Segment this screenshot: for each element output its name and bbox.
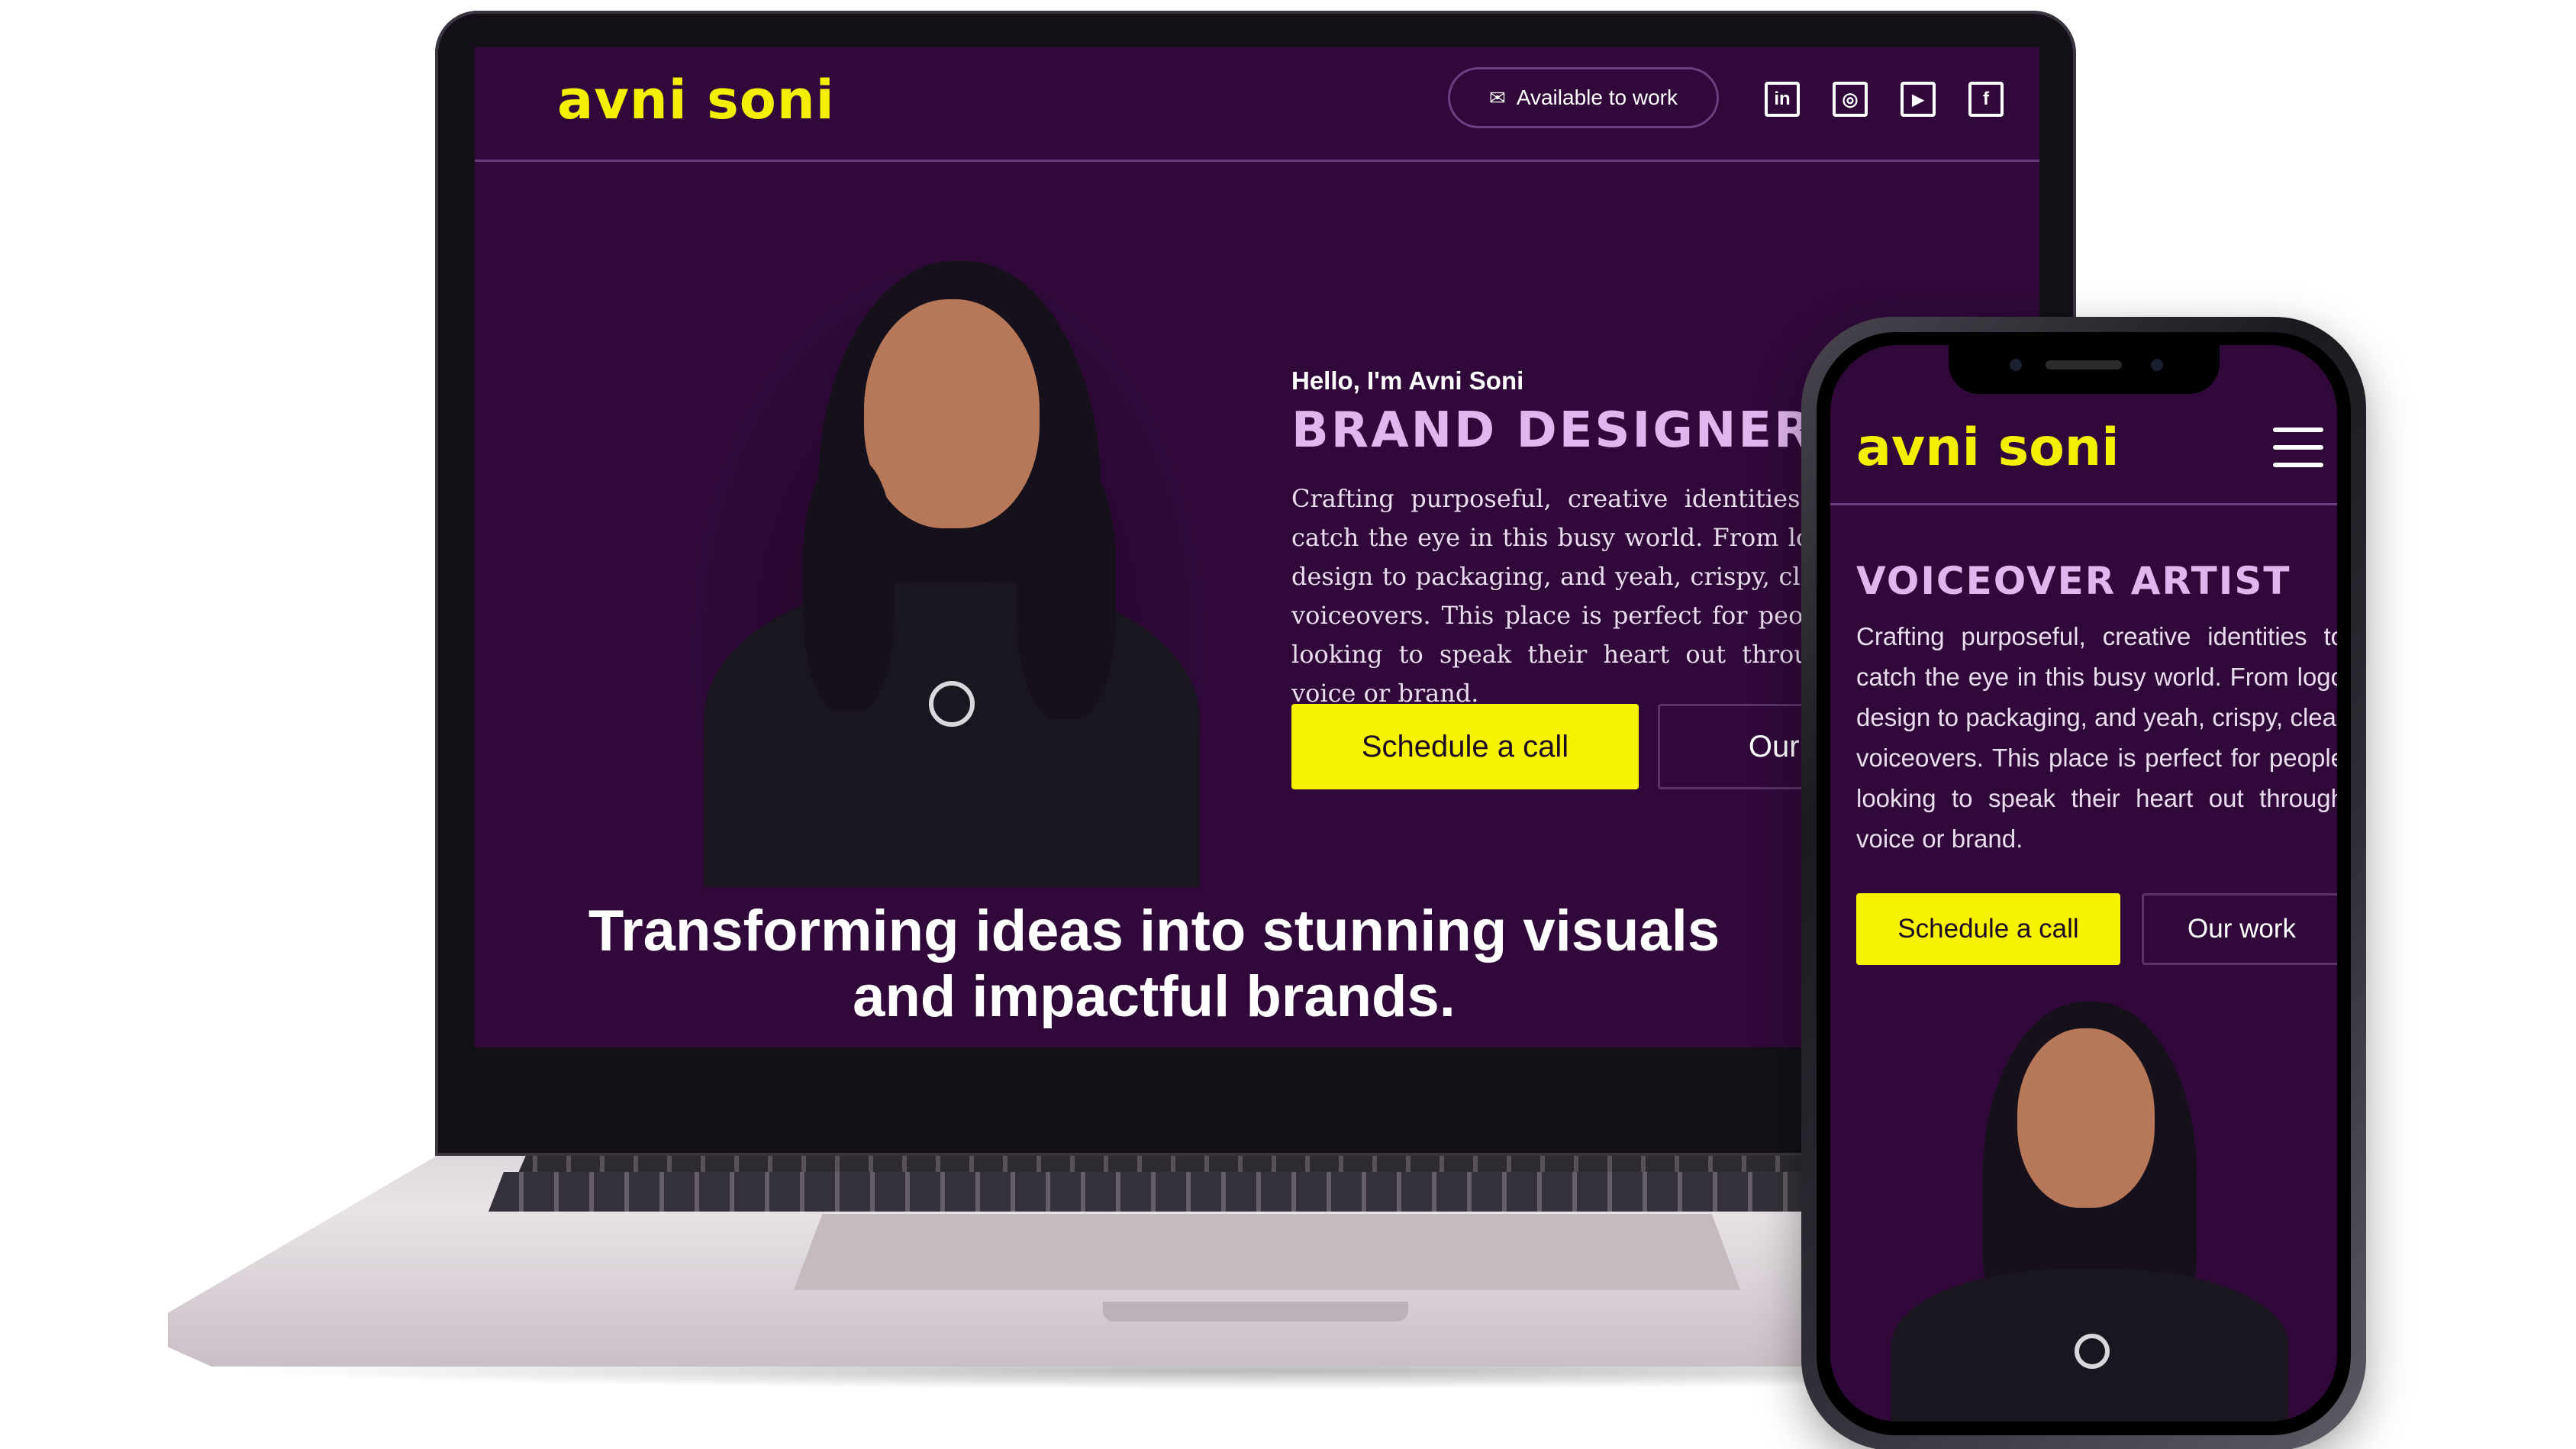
role-heading: BRAND DESIGNER | (1291, 402, 1854, 459)
laptop-keyboard-row (488, 1172, 2015, 1212)
laptop-front-notch (1103, 1302, 1408, 1322)
mobile-logo[interactable]: avni soni (1856, 418, 2120, 478)
available-to-work-button[interactable]: ✉ Available to work (1448, 67, 1719, 128)
intro-description: Crafting purposeful, creative identities… (1291, 484, 1841, 708)
schedule-call-button[interactable]: Schedule a call (1291, 704, 1639, 789)
phone-speaker (2046, 360, 2122, 370)
mobile-portrait-photo (1876, 986, 2304, 1422)
phone-camera (2010, 359, 2022, 371)
phone-sensor (2151, 359, 2163, 371)
hamburger-menu-icon[interactable] (2273, 428, 2323, 470)
linkedin-icon[interactable]: in (1765, 82, 1800, 117)
phone-screen: avni soni VOICEOVER ARTIST Crafting purp… (1830, 345, 2337, 1422)
envelope-icon: ✉ (1489, 86, 1506, 109)
available-label: Available to work (1516, 86, 1678, 109)
phone-notch (1949, 345, 2220, 394)
site-logo[interactable]: avni soni (557, 69, 835, 131)
twitter-icon[interactable]: ▶ (1901, 82, 1936, 117)
laptop-trackpad (794, 1214, 1740, 1290)
mobile-our-work-button[interactable]: Our work (2142, 893, 2337, 965)
tagline: Transforming ideas into stunning visuals… (588, 899, 1720, 1029)
portrait-photo (658, 215, 1238, 887)
mobile-intro-description: Crafting purposeful, creative identities… (1856, 622, 2337, 853)
mobile-schedule-call-button[interactable]: Schedule a call (1856, 893, 2120, 965)
facebook-icon[interactable]: f (1968, 82, 2004, 117)
mobile-role-heading: VOICEOVER ARTIST (1856, 559, 2291, 603)
site-header: avni soni ✉ Available to work in ◎ ▶ f (475, 47, 2039, 162)
greeting: Hello, I'm Avni Soni (1291, 366, 1524, 395)
instagram-icon[interactable]: ◎ (1833, 82, 1868, 117)
